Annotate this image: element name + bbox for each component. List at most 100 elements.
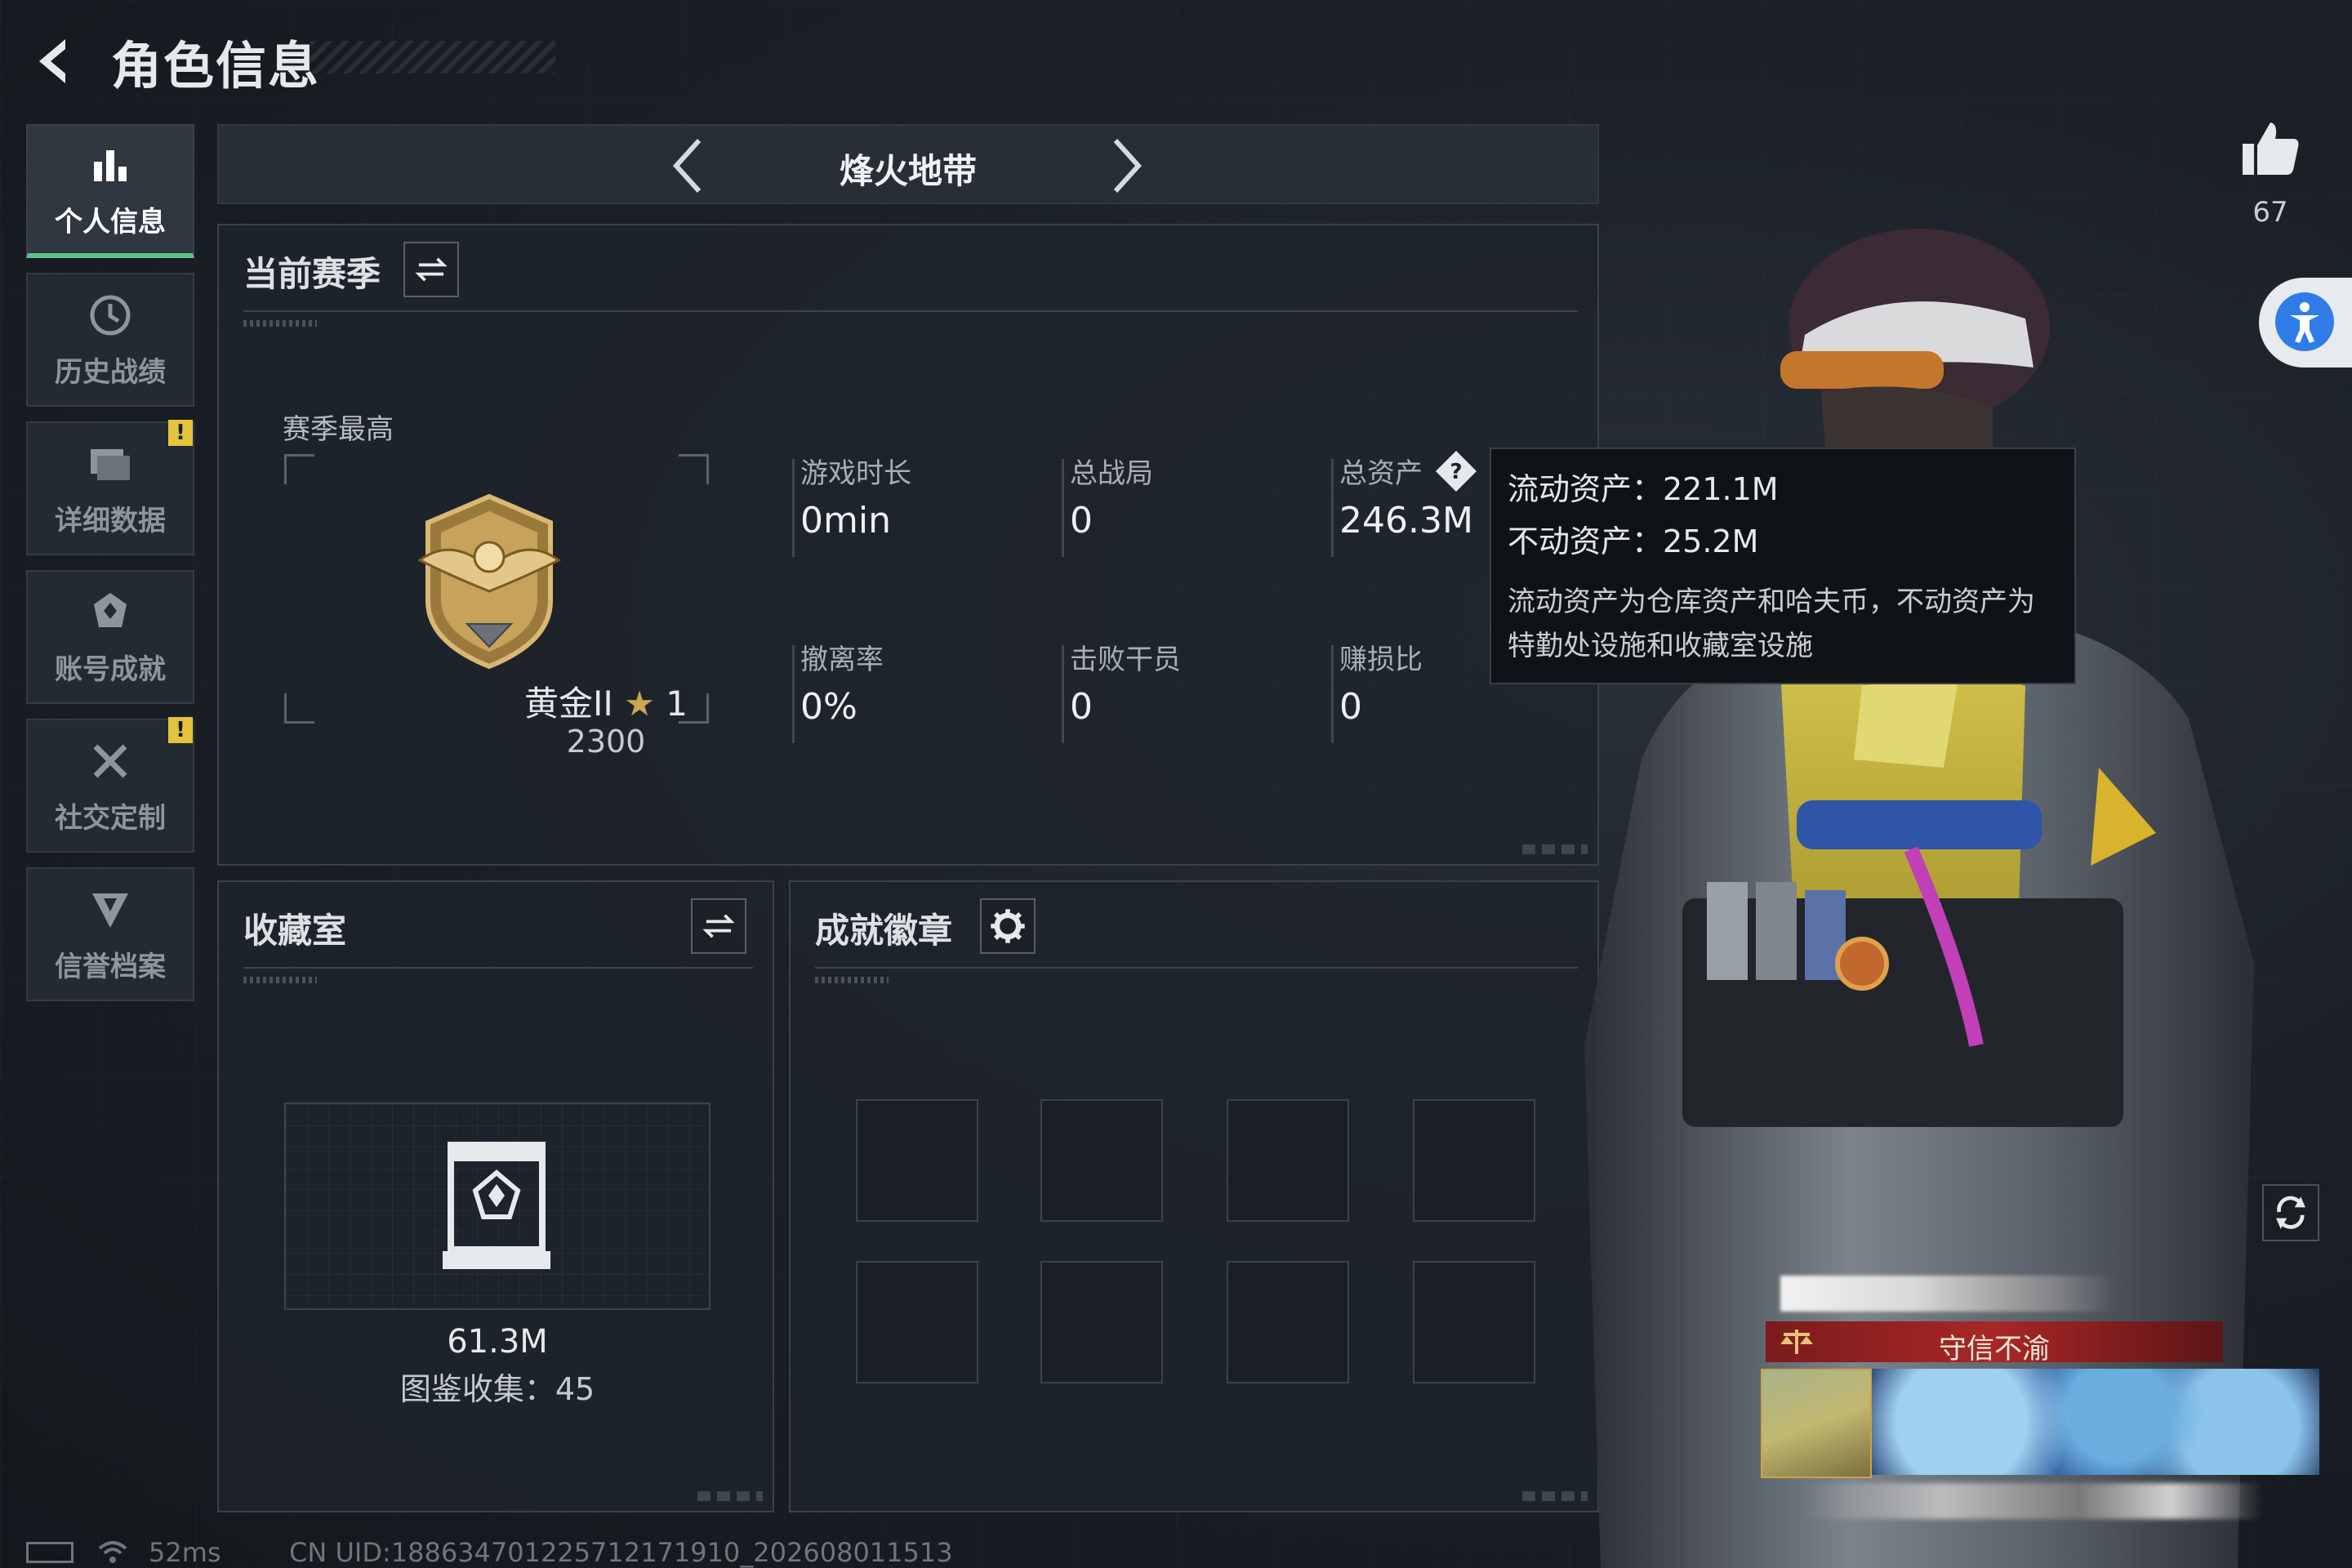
honor-title: 守信不渝 bbox=[1939, 1333, 2050, 1365]
sidebar-item-label: 账号成就 bbox=[55, 653, 166, 686]
back-arrow-icon bbox=[39, 39, 65, 83]
stat-value: 0 bbox=[1339, 686, 1362, 728]
collection-count: 图鉴收集：45 bbox=[399, 1371, 595, 1407]
divider bbox=[243, 967, 753, 969]
stat-bar bbox=[1062, 645, 1064, 743]
credit-shield-icon bbox=[92, 893, 128, 928]
sidebar-item-label: 信誉档案 bbox=[55, 950, 166, 983]
badge-slot[interactable] bbox=[1040, 1099, 1163, 1222]
next-mode-button[interactable] bbox=[1098, 136, 1155, 196]
stat-bar bbox=[792, 645, 795, 743]
title-decoration bbox=[310, 41, 555, 74]
tools-icon bbox=[93, 744, 127, 777]
chevron-right-icon bbox=[1113, 138, 1143, 194]
accessibility-icon bbox=[2275, 292, 2334, 351]
badge-slot[interactable] bbox=[1413, 1099, 1535, 1222]
rotate-icon bbox=[2276, 1196, 2305, 1229]
badge-slot[interactable] bbox=[1413, 1261, 1535, 1383]
sidebar-item-label: 历史战绩 bbox=[55, 355, 166, 389]
history-clock-icon bbox=[90, 295, 131, 335]
star-icon: ★ bbox=[624, 684, 655, 724]
stat-label: 游戏时长 bbox=[800, 457, 911, 490]
rank-stars: 1 bbox=[666, 684, 688, 724]
mode-selector: 烽火地带 bbox=[217, 124, 1599, 204]
like-count: 67 bbox=[2252, 196, 2288, 229]
badges-title: 成就徽章 bbox=[815, 911, 953, 951]
assets-tooltip: 流动资产：221.1M 不动资产：25.2M 流动资产为仓库资产和哈夫币，不动资… bbox=[1490, 448, 2076, 684]
badge-slot[interactable] bbox=[1040, 1261, 1163, 1383]
wifi-icon bbox=[98, 1541, 127, 1563]
stat-label: 总资产 bbox=[1339, 457, 1423, 490]
honor-title-bar: 守信不渝 bbox=[1766, 1321, 2223, 1365]
collection-title: 收藏室 bbox=[243, 911, 347, 951]
player-name-redacted bbox=[1780, 1276, 2115, 1312]
liquid-assets: 流动资产：221.1M bbox=[1508, 471, 1779, 507]
stat-value: 0 bbox=[1070, 686, 1093, 728]
thumbs-up-icon[interactable] bbox=[2238, 116, 2303, 181]
season-switch-button[interactable] bbox=[403, 242, 459, 297]
divider-decoration bbox=[243, 977, 317, 983]
help-icon[interactable]: ? bbox=[1434, 449, 1478, 493]
bar-chart-icon bbox=[94, 149, 127, 181]
frame-corner bbox=[679, 454, 709, 484]
achievement-badges-panel: 成就徽章 bbox=[789, 880, 1599, 1512]
badge-slot[interactable] bbox=[1227, 1261, 1349, 1383]
stat-label: 撤离率 bbox=[800, 644, 884, 676]
stat-value: 0 bbox=[1070, 500, 1093, 541]
stat-bar bbox=[1331, 459, 1334, 557]
sidebar-item-label: 个人信息 bbox=[55, 205, 166, 238]
stat-label: 击败干员 bbox=[1070, 644, 1181, 676]
sidebar-item-label: 详细数据 bbox=[55, 504, 166, 537]
back-button[interactable] bbox=[26, 33, 83, 90]
sidebar-item-detail-data[interactable]: ! 详细数据 bbox=[26, 420, 194, 555]
swap-icon bbox=[702, 914, 735, 938]
fixed-assets: 不动资产：25.2M bbox=[1508, 523, 1759, 559]
panel-decoration bbox=[697, 1491, 763, 1501]
player-uid: CN UID:18863470122571217191​0_2026080115… bbox=[289, 1537, 953, 1568]
sidebar-item-label: 社交定制 bbox=[55, 801, 166, 835]
stat-label: 总战局 bbox=[1070, 457, 1153, 490]
sidebar: 个人信息 历史战绩 ! 详细数据 账号成就 ! 社交定制 信誉档案 bbox=[26, 124, 194, 1016]
sidebar-item-credit[interactable]: 信誉档案 bbox=[26, 867, 194, 1001]
svg-text:?: ? bbox=[1450, 460, 1462, 484]
mode-title: 烽火地带 bbox=[839, 151, 977, 191]
badge-slot[interactable] bbox=[856, 1099, 978, 1222]
achievement-icon bbox=[94, 592, 127, 627]
sidebar-item-achievements[interactable]: 账号成就 bbox=[26, 570, 194, 704]
page-title: 角色信息 bbox=[111, 36, 321, 96]
player-name-card[interactable]: 守信不渝 bbox=[1756, 1274, 2319, 1535]
display-case-icon bbox=[443, 1142, 550, 1269]
sidebar-item-social[interactable]: ! 社交定制 bbox=[26, 717, 194, 853]
rank-title: 黄金II bbox=[524, 684, 613, 724]
sidebar-item-personal-info[interactable]: 个人信息 bbox=[26, 124, 194, 258]
stat-bar bbox=[1062, 459, 1064, 557]
badge-settings-button[interactable] bbox=[980, 898, 1036, 954]
stat-bar bbox=[792, 459, 795, 557]
ping-value: 52ms bbox=[149, 1537, 221, 1568]
collection-switch-button[interactable] bbox=[691, 898, 746, 954]
rank-score: 2300 bbox=[566, 724, 646, 760]
stat-bar bbox=[1331, 645, 1334, 743]
badge-slot[interactable] bbox=[1227, 1099, 1349, 1222]
player-info-redacted bbox=[1805, 1483, 2262, 1519]
season-best-label: 赛季最高 bbox=[283, 413, 394, 446]
gold-rank-emblem-icon bbox=[417, 493, 561, 670]
badge-slot[interactable] bbox=[856, 1261, 978, 1383]
stat-label: 赚损比 bbox=[1339, 644, 1423, 676]
accessibility-button[interactable] bbox=[2259, 278, 2352, 368]
collection-room-panel: 收藏室 61.3M 图鉴收集：45 bbox=[217, 880, 774, 1512]
collection-display[interactable] bbox=[284, 1102, 710, 1310]
divider-decoration bbox=[815, 977, 889, 983]
rotate-view-button[interactable] bbox=[2262, 1184, 2319, 1241]
frame-corner bbox=[284, 454, 314, 484]
sidebar-item-history[interactable]: 历史战绩 bbox=[26, 273, 194, 407]
assets-description: 流动资产为仓库资产和哈夫币，不动资产为特勤处设施和收藏室设施 bbox=[1508, 586, 2035, 662]
season-title: 当前赛季 bbox=[243, 254, 381, 294]
current-season-panel: 当前赛季 赛季最高 黄金II ★ 1 2300 游戏时长 0min 总战局 0 bbox=[217, 224, 1599, 866]
stat-value: 246.3M bbox=[1339, 500, 1473, 541]
collection-value: 61.3M bbox=[447, 1323, 548, 1361]
stat-value: 0% bbox=[800, 686, 858, 728]
swap-icon bbox=[415, 257, 448, 282]
folder-icon bbox=[91, 448, 130, 480]
rank-name: 黄金II ★ 1 bbox=[219, 676, 993, 726]
